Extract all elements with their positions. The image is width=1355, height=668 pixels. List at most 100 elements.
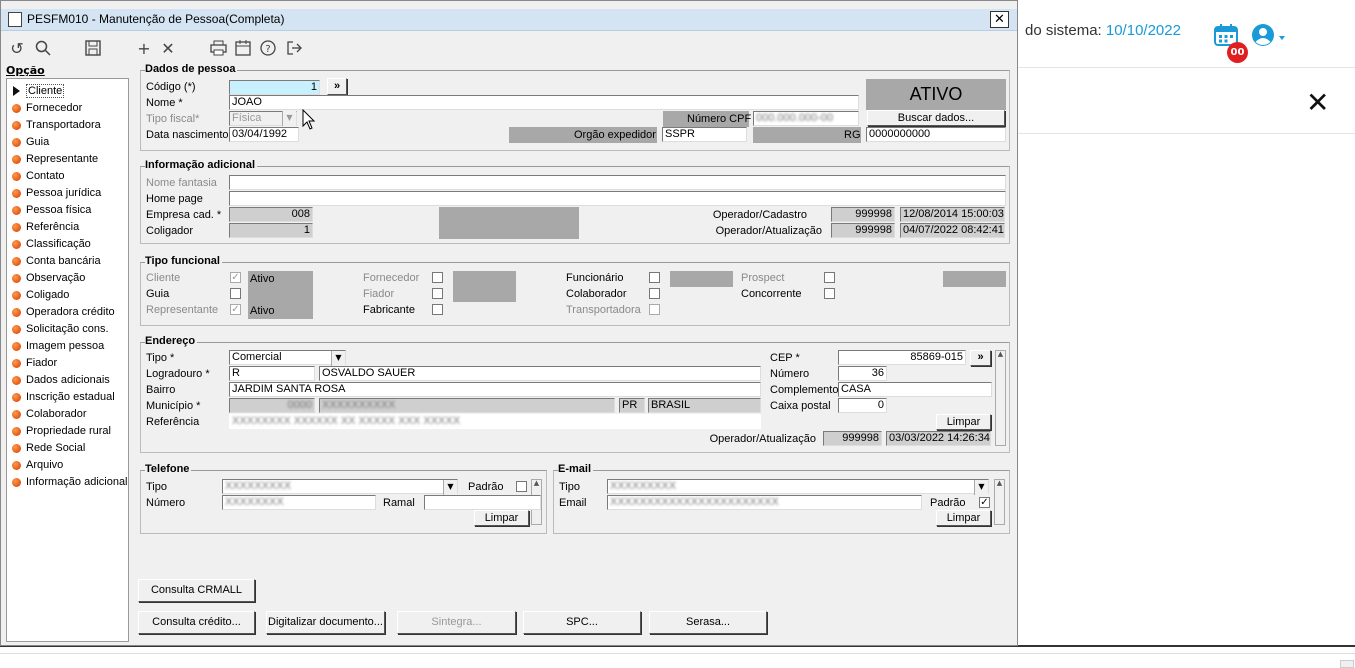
option-item[interactable]: Informação adicional: [7, 474, 128, 491]
endereco-tipo-select[interactable]: Comercial: [229, 350, 346, 365]
digitalizar-documento-button[interactable]: Digitalizar documento...: [266, 611, 385, 634]
undo-icon[interactable]: ↺: [7, 40, 27, 58]
option-item[interactable]: Dados adicionais: [7, 372, 127, 389]
email-limpar-button[interactable]: Limpar: [936, 510, 991, 526]
email-scrollbar[interactable]: ▲: [994, 479, 1005, 525]
option-item[interactable]: Rede Social: [7, 440, 127, 457]
option-item[interactable]: Imagem pessoa: [7, 338, 127, 355]
option-item[interactable]: Operadora crédito: [7, 304, 127, 321]
numero-input[interactable]: 36: [838, 366, 887, 381]
exit-icon[interactable]: [284, 40, 304, 58]
chevron-down-icon[interactable]: ▼: [443, 480, 457, 495]
nome-fantasia-input[interactable]: [229, 175, 1006, 190]
caixa-postal-input[interactable]: 0: [838, 398, 887, 413]
data-nascimento-input[interactable]: 03/04/1992: [229, 127, 299, 142]
cpf-input[interactable]: 000.000.000-00: [753, 111, 859, 126]
complemento-input[interactable]: CASA: [838, 382, 992, 397]
option-item[interactable]: Arquivo: [7, 457, 127, 474]
serasa-button[interactable]: Serasa...: [649, 611, 767, 634]
calendar-icon[interactable]: [233, 40, 253, 58]
search-icon[interactable]: [33, 40, 53, 58]
codigo-input[interactable]: 1: [229, 80, 320, 95]
bairro-input[interactable]: JARDIM SANTA ROSA: [229, 382, 761, 397]
email-padrao-checkbox[interactable]: ✓: [979, 497, 990, 508]
option-item[interactable]: Inscrição estadual: [7, 389, 127, 406]
fornecedor-checkbox[interactable]: [432, 272, 443, 283]
endereco-limpar-button[interactable]: Limpar: [936, 414, 991, 430]
help-icon[interactable]: ?: [258, 40, 278, 58]
coligador-input[interactable]: 1: [229, 223, 313, 238]
option-item[interactable]: Pessoa jurídica: [7, 185, 127, 202]
telefone-numero-input[interactable]: XXXXXXXX: [222, 495, 376, 510]
option-item[interactable]: Coligado: [7, 287, 127, 304]
prospect-checkbox[interactable]: [824, 272, 835, 283]
rg-input[interactable]: 0000000000: [866, 127, 1006, 142]
endereco-scrollbar[interactable]: ▲: [995, 350, 1006, 446]
fabricante-checkbox[interactable]: [432, 304, 443, 315]
email-tipo-select[interactable]: XXXXXXXXX: [607, 479, 989, 494]
option-item[interactable]: Solicitação cons.: [7, 321, 127, 338]
option-item[interactable]: Pessoa física: [7, 202, 127, 219]
municipio-input[interactable]: XXXXXXXXXX: [319, 398, 615, 413]
logradouro-input[interactable]: OSVALDO SAUER: [319, 366, 761, 381]
save-icon[interactable]: [83, 40, 103, 58]
sintegra-button[interactable]: Sintegra...: [397, 611, 516, 634]
transportadora-checkbox[interactable]: [649, 304, 660, 315]
spc-button[interactable]: SPC...: [523, 611, 641, 634]
chevron-down-icon[interactable]: ▼: [282, 111, 296, 126]
add-icon[interactable]: +: [134, 40, 154, 58]
telefone-padrao-checkbox[interactable]: [516, 481, 527, 492]
option-item[interactable]: Transportadora: [7, 117, 127, 134]
referencia-input[interactable]: XXXXXXXX XXXXXX XX XXXXX XXX XXXXX: [229, 414, 761, 429]
guia-checkbox[interactable]: [230, 288, 241, 299]
fiador-checkbox[interactable]: [432, 288, 443, 299]
print-icon[interactable]: [208, 40, 228, 58]
option-item[interactable]: Fornecedor: [7, 100, 127, 117]
nome-input[interactable]: JOAO: [229, 95, 859, 110]
bullet-icon: [12, 410, 21, 419]
option-item[interactable]: Propriedade rural: [7, 423, 127, 440]
dados-pessoa-title: Dados de pessoa: [145, 63, 238, 75]
chevron-down-icon[interactable]: ▼: [974, 480, 988, 495]
representante-checkbox[interactable]: ✓: [230, 304, 241, 315]
cep-lookup-button[interactable]: »: [970, 350, 991, 366]
buscar-dados-button[interactable]: Buscar dados...: [867, 110, 1005, 126]
fiador-label: Fiador: [363, 288, 395, 300]
system-date-value: 10/10/2022: [1105, 22, 1181, 39]
consulta-crmall-button[interactable]: Consulta CRMALL: [138, 579, 255, 602]
telefone-limpar-button[interactable]: Limpar: [474, 510, 529, 526]
close-icon[interactable]: ✕: [1306, 86, 1329, 119]
municipio-code-input[interactable]: 0000: [229, 398, 315, 413]
chevron-down-icon[interactable]: ▼: [331, 351, 345, 366]
funcionario-checkbox[interactable]: [649, 272, 660, 283]
logradouro-tipo-input[interactable]: R: [229, 366, 315, 381]
cliente-checkbox[interactable]: ✓: [230, 272, 241, 283]
window-close-button[interactable]: ✕: [990, 11, 1009, 28]
ramal-input[interactable]: [424, 495, 541, 510]
cep-input[interactable]: 85869-015: [838, 350, 966, 365]
fornecedor-block: [453, 271, 516, 302]
option-item[interactable]: Fiador: [7, 355, 127, 372]
orgao-expedidor-input[interactable]: SSPR: [662, 127, 747, 142]
option-item[interactable]: Conta bancária: [7, 253, 127, 270]
bullet-icon: [12, 155, 21, 164]
option-item[interactable]: Classificação: [7, 236, 127, 253]
codigo-lookup-button[interactable]: »: [327, 78, 347, 95]
delete-icon[interactable]: ✕: [158, 40, 178, 58]
option-item[interactable]: Contato: [7, 168, 127, 185]
colaborador-checkbox[interactable]: [649, 288, 660, 299]
option-item[interactable]: Observação: [7, 270, 127, 287]
home-page-input[interactable]: [229, 191, 1006, 206]
option-item[interactable]: Colaborador: [7, 406, 127, 423]
option-item[interactable]: Representante: [7, 151, 127, 168]
telefone-tipo-select[interactable]: XXXXXXXXX: [222, 479, 458, 494]
user-circle-icon[interactable]: [1251, 22, 1287, 48]
concorrente-checkbox[interactable]: [824, 288, 835, 299]
email-input[interactable]: XXXXXXXXXXXXXXXXXXXXXXX: [607, 495, 922, 510]
empresa-cad-input[interactable]: 008: [229, 207, 313, 222]
consulta-credito-button[interactable]: Consulta crédito...: [138, 611, 255, 634]
option-item[interactable]: Referência: [7, 219, 127, 236]
scroll-arrow[interactable]: [1340, 660, 1354, 668]
option-item[interactable]: Cliente: [7, 83, 127, 100]
option-item[interactable]: Guia: [7, 134, 127, 151]
